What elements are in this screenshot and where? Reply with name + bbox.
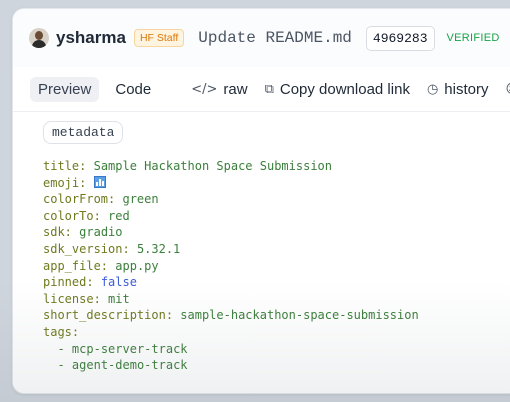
staff-badge: HF Staff	[133, 29, 185, 47]
yaml-line-colorfrom: colorFrom: green	[43, 192, 159, 207]
yaml-line-short-description: short_description: sample-hackathon-spac…	[43, 308, 419, 323]
blame-icon: ☺	[505, 82, 510, 97]
bar-chart-emoji-icon	[93, 175, 106, 188]
yaml-metadata-block: title: Sample Hackathon Space Submission…	[43, 158, 419, 374]
user-avatar[interactable]	[29, 28, 49, 48]
yaml-line-sdk: sdk: gradio	[43, 225, 123, 240]
commit-message[interactable]: Update README.md	[198, 29, 352, 47]
blame-link[interactable]: ☺ bl	[505, 81, 510, 98]
commit-author[interactable]: ysharma	[56, 28, 126, 48]
copy-download-link-label: Copy download link	[279, 80, 410, 98]
yaml-line-pinned: pinned: false	[43, 275, 137, 290]
history-label: history	[444, 80, 489, 98]
yaml-line-emoji: emoji:	[43, 175, 419, 192]
file-view-card: ysharma HF Staff Update README.md 496928…	[12, 8, 510, 394]
yaml-tag-item: - agent-demo-track	[57, 358, 188, 373]
yaml-line-license: license: mit	[43, 291, 130, 306]
tab-preview[interactable]: Preview	[30, 76, 100, 102]
history-icon: ◷	[426, 81, 439, 97]
commit-hash-button[interactable]: 4969283	[365, 25, 435, 51]
yaml-line-sdk-version: sdk_version: 5.32.1	[43, 241, 181, 256]
yaml-line-colorto: colorTo: red	[43, 208, 130, 223]
code-icon: </>	[191, 81, 218, 97]
tab-code[interactable]: Code	[107, 77, 159, 102]
raw-label: raw	[223, 80, 248, 98]
yaml-line-title: title: Sample Hackathon Space Submission	[43, 159, 333, 173]
file-toolbar: Preview Code </> raw ⧉ Copy download lin…	[13, 67, 510, 112]
readme-preview: metadata title: Sample Hackathon Space S…	[13, 112, 510, 393]
yaml-line-app-file: app_file: app.py	[43, 258, 159, 273]
raw-link[interactable]: </> raw	[191, 81, 247, 98]
yaml-tag-item: - mcp-server-track	[57, 341, 188, 356]
last-commit-bar: ysharma HF Staff Update README.md 496928…	[13, 9, 510, 68]
yaml-line-tags: tags:	[43, 324, 80, 339]
history-link[interactable]: ◷ history	[427, 81, 489, 98]
verified-status: VERIFIED	[446, 32, 500, 44]
copy-download-link-button[interactable]: ⧉ Copy download link	[265, 81, 410, 98]
metadata-chip[interactable]: metadata	[43, 121, 124, 144]
copy-icon: ⧉	[264, 81, 274, 97]
